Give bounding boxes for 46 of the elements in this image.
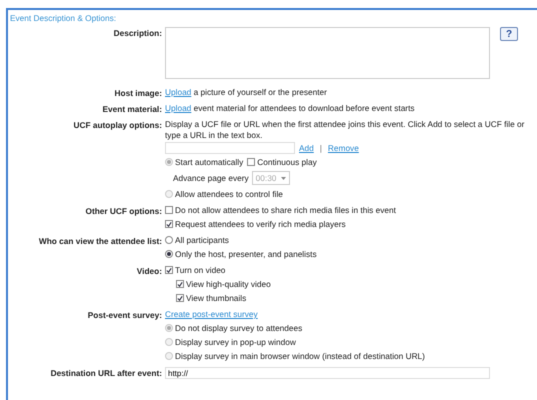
upload-text: Upload event material for attendees to download before event starts — [165, 103, 415, 113]
option-label: View high-quality video — [186, 279, 271, 289]
upload-text: Upload a picture of yourself or the presenter — [165, 87, 327, 97]
caret-icon — [281, 176, 286, 180]
radio-button[interactable] — [165, 250, 173, 258]
link[interactable]: Create post-event survey — [165, 309, 258, 319]
option-label: View thumbnails — [186, 293, 246, 303]
checkbox[interactable] — [165, 220, 173, 228]
destination-url-field[interactable]: http:// — [165, 367, 490, 379]
upload-link[interactable]: Upload — [165, 87, 192, 97]
option-label: Request attendees to verify rich media players — [175, 219, 346, 229]
field-label: Video: — [136, 265, 162, 278]
option-label: Turn on video — [175, 265, 226, 275]
field-label: Description: — [112, 27, 162, 40]
field-label: Event material: — [102, 103, 162, 116]
link[interactable]: Add — [299, 143, 314, 153]
option-label: Display survey in pop-up window — [175, 337, 296, 347]
radio-button[interactable] — [165, 236, 173, 244]
checkbox[interactable] — [176, 294, 184, 302]
checkbox[interactable] — [247, 158, 256, 166]
option-label: Only the host, presenter, and panelists — [175, 249, 317, 259]
description-field[interactable] — [165, 27, 490, 79]
field-label: Host image: — [114, 87, 162, 100]
section-title: Event Description & Options: — [9, 12, 118, 25]
advance-label: Advance page every — [173, 173, 249, 183]
option-label: Display survey in main browser window (instead of destination URL) — [175, 351, 425, 361]
option-label: Start automatically — [175, 157, 244, 167]
field-label: Other UCF options: — [84, 205, 162, 218]
option-label: Do not display survey to attendees — [175, 323, 302, 333]
field-label: Post-event survey: — [86, 309, 162, 322]
link[interactable]: Remove — [328, 143, 359, 153]
checkbox[interactable] — [165, 266, 173, 274]
field-label: Who can view the attendee list: — [38, 235, 162, 248]
option-label: All participants — [175, 235, 229, 245]
upload-link[interactable]: Upload — [165, 103, 192, 113]
field-label: Destination URL after event: — [50, 367, 162, 380]
option-label: Continuous play — [257, 157, 317, 167]
option-label: Allow attendees to control file — [175, 189, 283, 199]
ucf-url-field[interactable] — [165, 142, 295, 154]
checkbox[interactable] — [176, 280, 184, 288]
checkbox[interactable] — [165, 206, 173, 214]
field-label: UCF autoplay options: — [72, 119, 162, 132]
autoplay-description: Display a UCF file or URL when the first attendee joins this event. Click Add to select a UCF file or type a URL in the text box. — [165, 118, 526, 141]
help-button[interactable]: ? — [500, 27, 518, 41]
option-label: Do not allow attendees to share rich media files in this event — [175, 205, 396, 215]
link-separator: | — [318, 143, 323, 153]
